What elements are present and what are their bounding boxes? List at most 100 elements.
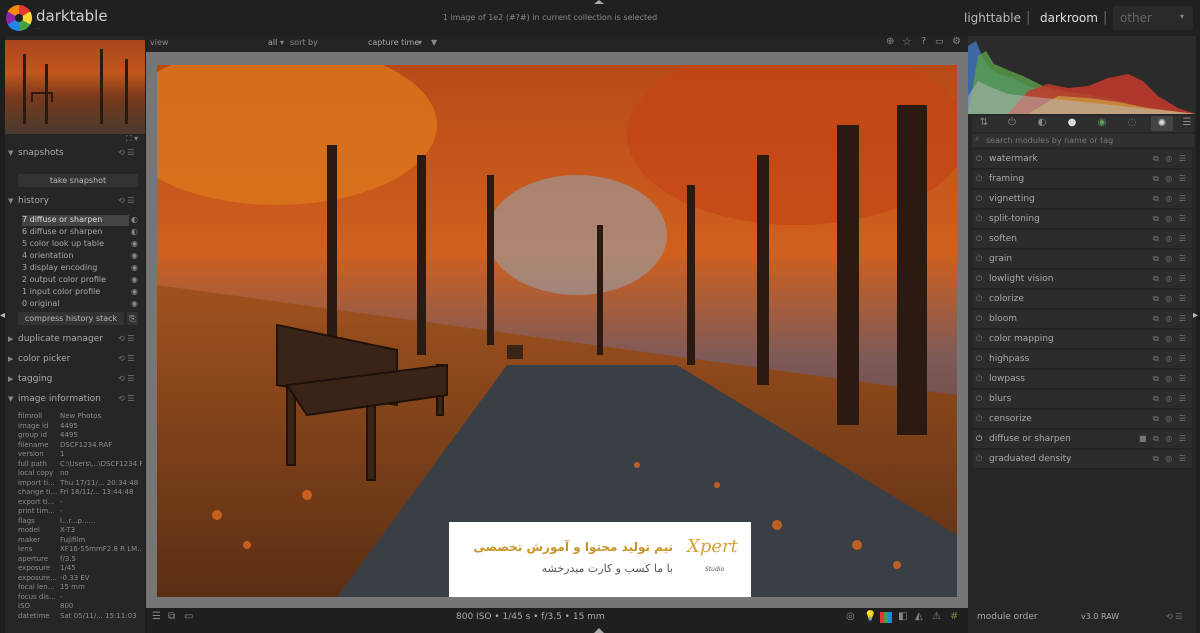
power-icon[interactable]: ⏻: [976, 174, 982, 184]
section-expand-icon[interactable]: ▼: [8, 197, 13, 205]
module-actions-icon[interactable]: ⧉ ◎ ☰: [1153, 314, 1188, 324]
module-item[interactable]: ⏻ highpass ⧉ ◎ ☰: [973, 350, 1192, 369]
module-item[interactable]: ⏻ vignetting ⧉ ◎ ☰: [973, 190, 1192, 209]
module-item[interactable]: ⏻ graduated density ⧉ ◎ ☰: [973, 450, 1192, 469]
filter-value[interactable]: all: [268, 38, 277, 47]
preferences-icon[interactable]: ⚙: [952, 36, 961, 47]
collapse-right-arrow-icon[interactable]: ▸: [1193, 310, 1198, 321]
collapse-top-arrow-icon[interactable]: [594, 0, 604, 4]
guides-icon[interactable]: #: [950, 611, 958, 622]
histogram[interactable]: [968, 36, 1196, 114]
power-icon[interactable]: ⏻: [976, 434, 982, 444]
module-actions-icon[interactable]: ⧉ ◎ ☰: [1153, 254, 1188, 264]
focus-peaking-icon[interactable]: ◎: [846, 611, 855, 622]
module-item[interactable]: ⏻ color mapping ⧉ ◎ ☰: [973, 330, 1192, 349]
module-actions-icon[interactable]: ⧉ ◎ ☰: [1153, 394, 1188, 404]
section-title[interactable]: duplicate manager: [18, 334, 103, 348]
module-actions-icon[interactable]: ⧉ ◎ ☰: [1153, 234, 1188, 244]
color-assessment-icon[interactable]: 💡: [864, 611, 876, 622]
power-icon[interactable]: ⏻: [976, 314, 982, 324]
section-expand-icon[interactable]: ▶: [8, 375, 13, 383]
module-item[interactable]: ⏻ grain ⧉ ◎ ☰: [973, 250, 1192, 269]
module-item[interactable]: ⏻ censorize ⧉ ◎ ☰: [973, 410, 1192, 429]
navigation-thumbnail[interactable]: [5, 40, 145, 134]
module-item[interactable]: ⏻ framing ⧉ ◎ ☰: [973, 170, 1192, 189]
section-reset-icon[interactable]: ⟲ ☰: [118, 394, 134, 403]
module-actions-icon[interactable]: ■ ⧉ ◎ ☰: [1139, 434, 1188, 444]
active-modules-icon[interactable]: ⏻: [1006, 117, 1018, 129]
chevron-down-icon[interactable]: ▾: [280, 38, 284, 47]
section-reset-icon[interactable]: ⟲ ☰: [118, 334, 134, 343]
history-item[interactable]: 6 diffuse or sharpen: [22, 227, 127, 238]
module-actions-icon[interactable]: ⧉ ◎ ☰: [1153, 294, 1188, 304]
section-expand-icon[interactable]: ▼: [8, 149, 13, 157]
section-title[interactable]: tagging: [18, 374, 52, 388]
chevron-down-icon[interactable]: ▾: [418, 38, 422, 47]
history-item[interactable]: 3 display encoding: [22, 263, 127, 274]
power-icon[interactable]: ⏻: [976, 234, 982, 244]
view-other[interactable]: other: [1120, 11, 1152, 25]
section-expand-icon[interactable]: ▼: [8, 395, 13, 403]
module-actions-icon[interactable]: ⧉ ◎ ☰: [1153, 194, 1188, 204]
second-window-icon[interactable]: ▭: [184, 611, 193, 622]
section-reset-icon[interactable]: ⟲ ☰: [118, 374, 134, 383]
main-photo[interactable]: [157, 65, 957, 597]
chevron-down-icon[interactable]: ▾: [1180, 12, 1184, 21]
section-reset-icon[interactable]: ⟲ ☰: [118, 148, 134, 157]
grouping-icon[interactable]: ⊕: [886, 36, 894, 47]
module-order-reset-icon[interactable]: ⟲ ☰: [1166, 612, 1182, 621]
raw-overexposed-icon[interactable]: [880, 612, 892, 623]
power-icon[interactable]: ⏻: [976, 294, 982, 304]
power-icon[interactable]: ⏻: [976, 254, 982, 264]
section-title[interactable]: color picker: [18, 354, 70, 368]
snapshots-title[interactable]: snapshots: [18, 148, 64, 162]
fullscreen-icon[interactable]: ⛶ ▾: [126, 134, 138, 144]
history-title[interactable]: history: [18, 196, 49, 210]
collapse-bottom-arrow-icon[interactable]: [594, 628, 604, 633]
correct-group-icon[interactable]: ◌: [1126, 117, 1138, 129]
view-lighttable[interactable]: lighttable: [964, 11, 1021, 25]
module-item[interactable]: ⏻ blurs ⧉ ◎ ☰: [973, 390, 1192, 409]
module-item[interactable]: ⏻ colorize ⧉ ◎ ☰: [973, 290, 1192, 309]
power-icon[interactable]: ⏻: [976, 374, 982, 384]
power-icon[interactable]: ⏻: [976, 154, 982, 164]
history-item[interactable]: 4 orientation: [22, 251, 127, 262]
module-item[interactable]: ⏻ split-toning ⧉ ◎ ☰: [973, 210, 1192, 229]
view-darkroom[interactable]: darkroom: [1040, 11, 1098, 25]
module-actions-icon[interactable]: ⧉ ◎ ☰: [1153, 374, 1188, 384]
module-actions-icon[interactable]: ⧉ ◎ ☰: [1153, 334, 1188, 344]
gamut-check-icon[interactable]: ⚠: [932, 611, 941, 622]
module-actions-icon[interactable]: ⧉ ◎ ☰: [1153, 454, 1188, 464]
history-item[interactable]: 7 diffuse or sharpen: [22, 215, 129, 226]
sort-value[interactable]: capture time: [368, 38, 419, 47]
history-item[interactable]: 2 output color profile: [22, 275, 127, 286]
power-icon[interactable]: ⏻: [976, 354, 982, 364]
module-actions-icon[interactable]: ⧉ ◎ ☰: [1153, 274, 1188, 284]
overlay-icon[interactable]: ▭: [935, 37, 944, 47]
section-reset-icon[interactable]: ⟲ ☰: [118, 354, 134, 363]
module-item[interactable]: ⏻ diffuse or sharpen ■ ⧉ ◎ ☰: [973, 430, 1192, 449]
softproof-icon[interactable]: ◭: [915, 611, 923, 622]
tone-group-icon[interactable]: ●: [1066, 117, 1078, 129]
history-item[interactable]: 1 input color profile: [22, 287, 127, 298]
history-item[interactable]: 5 color look up table: [22, 239, 127, 250]
presets-icon[interactable]: ☰: [152, 611, 161, 622]
module-search-input[interactable]: search modules by name or tag: [972, 134, 1194, 147]
clipping-icon[interactable]: ◧: [898, 611, 907, 622]
compress-history-button[interactable]: compress history stack: [18, 312, 124, 325]
section-title[interactable]: image information: [18, 394, 101, 408]
module-item[interactable]: ⏻ lowlight vision ⧉ ◎ ☰: [973, 270, 1192, 289]
sort-order-icon[interactable]: ▼: [431, 38, 437, 47]
color-group-icon[interactable]: ◉: [1096, 117, 1108, 129]
quick-access-icon[interactable]: ⇅: [978, 117, 990, 129]
base-group-icon[interactable]: ◐: [1036, 117, 1048, 129]
power-icon[interactable]: ⏻: [976, 334, 982, 344]
collapse-left-arrow-icon[interactable]: ◂: [0, 310, 5, 321]
module-actions-icon[interactable]: ⧉ ◎ ☰: [1153, 414, 1188, 424]
module-item[interactable]: ⏻ lowpass ⧉ ◎ ☰: [973, 370, 1192, 389]
module-actions-icon[interactable]: ⧉ ◎ ☰: [1153, 174, 1188, 184]
power-icon[interactable]: ⏻: [976, 394, 982, 404]
section-expand-icon[interactable]: ▶: [8, 335, 13, 343]
truncate-icon[interactable]: ⎘: [127, 312, 138, 325]
module-item[interactable]: ⏻ soften ⧉ ◎ ☰: [973, 230, 1192, 249]
